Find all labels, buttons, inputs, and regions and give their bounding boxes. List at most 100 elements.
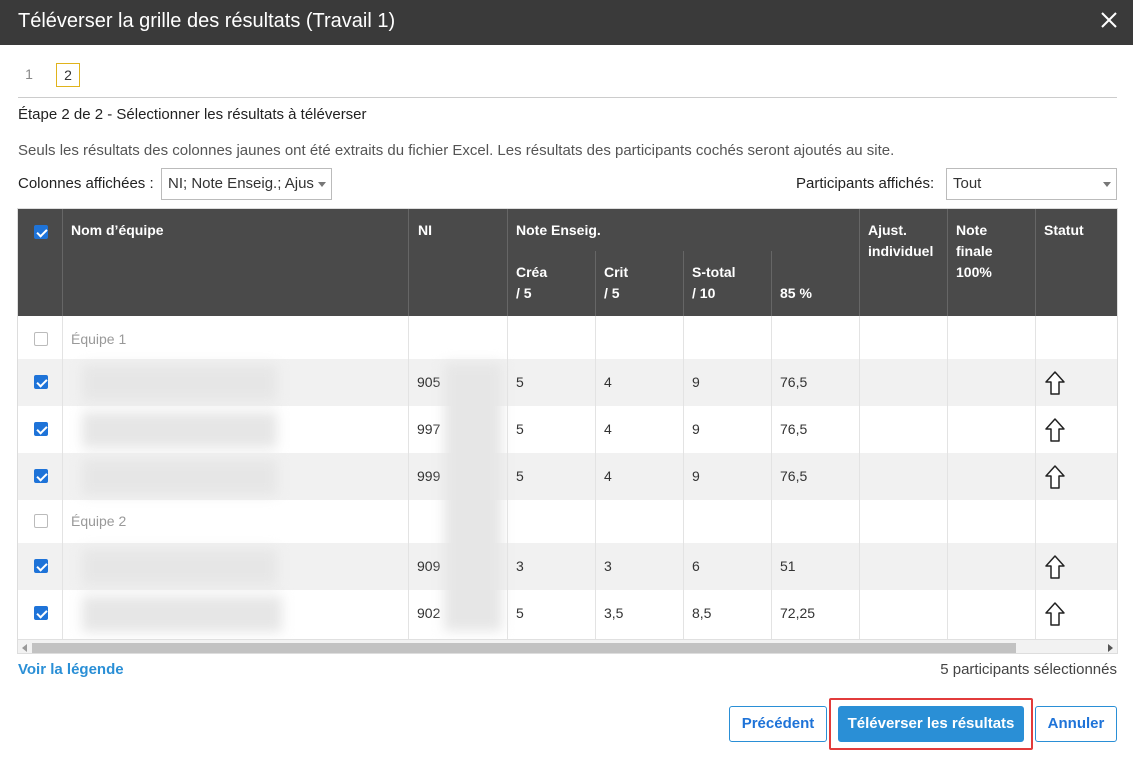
redacted-name bbox=[82, 365, 277, 401]
columns-select-value: NI; Note Enseig.; Ajus bbox=[168, 175, 314, 192]
header-stotal-name: S-total bbox=[692, 264, 736, 280]
results-grid: Nom d’équipe NI Note Enseig. Créa / 5 Cr… bbox=[17, 208, 1118, 654]
column-divider bbox=[62, 316, 63, 639]
row-checkbox[interactable] bbox=[34, 514, 48, 528]
header-ajust-line2: individuel bbox=[868, 243, 934, 259]
chevron-down-icon bbox=[1103, 182, 1111, 187]
header-ajust-line1: Ajust. bbox=[868, 222, 907, 238]
column-divider bbox=[771, 316, 772, 639]
upload-results-button[interactable]: Téléverser les résultats bbox=[838, 706, 1024, 742]
step-2-current: 2 bbox=[56, 63, 80, 87]
cell-pct: 76,5 bbox=[780, 468, 808, 484]
step-title: Étape 2 de 2 - Sélectionner les résultat… bbox=[18, 106, 367, 123]
columns-filter-label-wrap: Colonnes affichées : bbox=[18, 168, 154, 200]
table-row-group: Équipe 1 bbox=[18, 316, 1117, 363]
cell-stotal: 9 bbox=[692, 421, 700, 437]
table-row: 902 5 3,5 8,5 72,25 bbox=[18, 590, 1117, 637]
upload-arrow-icon bbox=[1045, 465, 1065, 489]
cell-pct: 76,5 bbox=[780, 374, 808, 390]
scrollbar-thumb[interactable] bbox=[32, 643, 1016, 653]
scroll-right-arrow-icon[interactable] bbox=[1108, 644, 1113, 652]
cell-crit: 4 bbox=[604, 468, 612, 484]
cell-crit: 3 bbox=[604, 558, 612, 574]
participants-select-value: Tout bbox=[953, 175, 982, 192]
header-divider bbox=[62, 209, 63, 316]
column-divider bbox=[859, 316, 860, 639]
step-1[interactable]: 1 bbox=[18, 63, 40, 87]
redacted-name bbox=[82, 459, 277, 495]
scroll-left-arrow-icon[interactable] bbox=[22, 644, 27, 652]
cell-crit: 4 bbox=[604, 374, 612, 390]
cell-ni: 999 bbox=[417, 468, 441, 484]
header-divider bbox=[1035, 209, 1036, 316]
divider bbox=[18, 97, 1117, 98]
redacted-name bbox=[82, 596, 282, 632]
cell-pct: 76,5 bbox=[780, 421, 808, 437]
upload-arrow-icon bbox=[1045, 371, 1065, 395]
header-divider bbox=[683, 251, 684, 316]
row-checkbox[interactable] bbox=[34, 375, 48, 389]
redacted-name bbox=[82, 412, 277, 448]
header-crea[interactable]: Créa / 5 bbox=[516, 262, 547, 304]
upload-arrow-icon bbox=[1045, 418, 1065, 442]
grid-header: Nom d’équipe NI Note Enseig. Créa / 5 Cr… bbox=[18, 209, 1117, 316]
header-divider bbox=[947, 209, 948, 316]
header-stotal[interactable]: S-total / 10 bbox=[692, 262, 736, 304]
header-statut[interactable]: Statut bbox=[1044, 220, 1084, 241]
cell-crea: 5 bbox=[516, 421, 524, 437]
column-divider bbox=[683, 316, 684, 639]
horizontal-scrollbar[interactable] bbox=[18, 639, 1117, 653]
columns-select[interactable]: NI; Note Enseig.; Ajus bbox=[161, 168, 332, 200]
row-checkbox[interactable] bbox=[34, 606, 48, 620]
upload-arrow-icon bbox=[1045, 555, 1065, 579]
redacted-ni bbox=[444, 363, 502, 631]
group-name: Équipe 2 bbox=[71, 513, 127, 529]
column-divider bbox=[595, 316, 596, 639]
header-divider bbox=[859, 209, 860, 316]
cell-crea: 5 bbox=[516, 374, 524, 390]
cell-crea: 5 bbox=[516, 468, 524, 484]
columns-filter-label: Colonnes affichées : bbox=[18, 175, 154, 192]
selected-count: 5 participants sélectionnés bbox=[940, 661, 1117, 678]
header-divider bbox=[408, 209, 409, 316]
header-divider bbox=[771, 251, 772, 316]
cell-stotal: 8,5 bbox=[692, 605, 712, 621]
header-ajust[interactable]: Ajust. individuel bbox=[868, 220, 933, 262]
legend-link[interactable]: Voir la légende bbox=[18, 661, 124, 678]
header-pct[interactable]: 85 % bbox=[780, 283, 812, 304]
header-crit[interactable]: Crit / 5 bbox=[604, 262, 628, 304]
cell-crea: 5 bbox=[516, 605, 524, 621]
header-divider bbox=[595, 251, 596, 316]
column-divider bbox=[408, 316, 409, 639]
table-row: 997 5 4 9 76,5 bbox=[18, 406, 1117, 453]
close-icon[interactable] bbox=[1099, 10, 1119, 30]
redacted-name bbox=[82, 549, 277, 585]
participants-select[interactable]: Tout bbox=[946, 168, 1117, 200]
header-crit-max: / 5 bbox=[604, 285, 620, 301]
chevron-down-icon bbox=[318, 182, 326, 187]
row-checkbox[interactable] bbox=[34, 422, 48, 436]
header-finale-line2: finale bbox=[956, 243, 993, 259]
cell-pct: 72,25 bbox=[780, 605, 816, 621]
cell-ni: 997 bbox=[417, 421, 441, 437]
cancel-button[interactable]: Annuler bbox=[1035, 706, 1117, 742]
cell-ni: 905 bbox=[417, 374, 441, 390]
cell-stotal: 6 bbox=[692, 558, 700, 574]
dialog-title: Téléverser la grille des résultats (Trav… bbox=[18, 10, 396, 32]
cell-pct: 51 bbox=[780, 558, 796, 574]
row-checkbox[interactable] bbox=[34, 469, 48, 483]
row-checkbox[interactable] bbox=[34, 559, 48, 573]
column-divider bbox=[947, 316, 948, 639]
header-finale-line1: Note bbox=[956, 222, 988, 238]
select-all-checkbox[interactable] bbox=[34, 225, 48, 239]
cell-crea: 3 bbox=[516, 558, 524, 574]
previous-button[interactable]: Précédent bbox=[729, 706, 827, 742]
header-stotal-max: / 10 bbox=[692, 285, 716, 301]
participants-filter-label: Participants affichés: bbox=[796, 175, 935, 192]
header-crea-name: Créa bbox=[516, 264, 548, 280]
header-ni[interactable]: NI bbox=[418, 220, 432, 241]
header-finale[interactable]: Note finale 100% bbox=[956, 220, 993, 283]
row-checkbox[interactable] bbox=[34, 332, 48, 346]
header-team[interactable]: Nom d’équipe bbox=[71, 220, 164, 241]
group-name: Équipe 1 bbox=[71, 331, 127, 347]
